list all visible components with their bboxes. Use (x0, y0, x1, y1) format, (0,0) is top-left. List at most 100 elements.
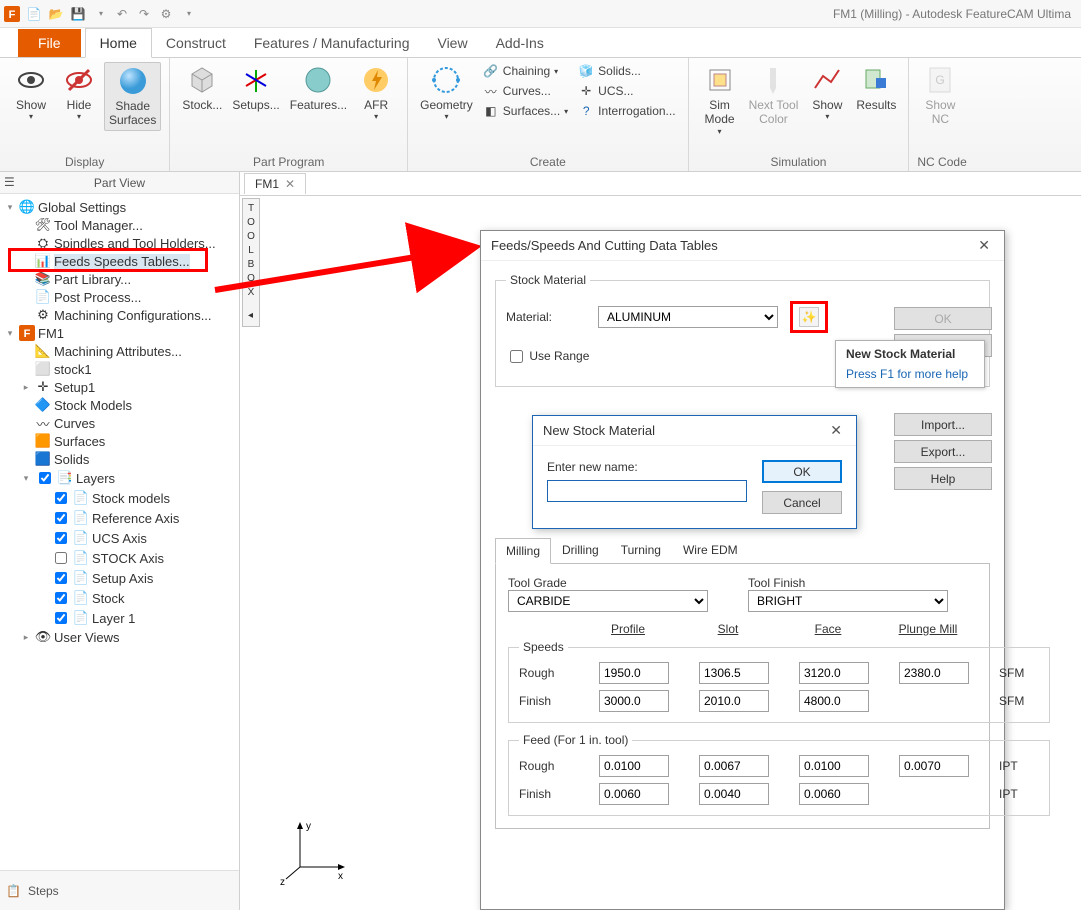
open-icon[interactable]: 📂 (48, 6, 64, 22)
tab-drilling[interactable]: Drilling (551, 537, 610, 563)
tree-post-process[interactable]: 📄Post Process... (20, 288, 239, 306)
tree-layers[interactable]: ▾📑Layers (20, 468, 239, 488)
sim-mode-button[interactable]: Sim Mode▾ (697, 62, 743, 138)
layers-checkbox[interactable] (39, 472, 51, 484)
layer-reference-axis[interactable]: 📄Reference Axis (36, 508, 239, 528)
tree-curves[interactable]: 〰Curves (20, 414, 239, 432)
feed-rough-slot[interactable] (699, 755, 769, 777)
hide-button[interactable]: Hide▾ (56, 62, 102, 124)
tree-stock1[interactable]: ⬜stock1 (20, 360, 239, 378)
tab-features-manufacturing[interactable]: Features / Manufacturing (240, 29, 424, 57)
close-icon[interactable]: ✕ (285, 177, 295, 191)
export-button[interactable]: Export... (894, 440, 992, 463)
speed-rough-profile[interactable] (599, 662, 669, 684)
layer-ucs-axis[interactable]: 📄UCS Axis (36, 528, 239, 548)
tree-stock-models[interactable]: 🔷Stock Models (20, 396, 239, 414)
shade-surfaces-button[interactable]: Shade Surfaces (104, 62, 161, 131)
speed-finish-slot[interactable] (699, 690, 769, 712)
tree-mach-config[interactable]: ⚙Machining Configurations... (20, 306, 239, 324)
tree-mach-attr[interactable]: 📐Machining Attributes... (20, 342, 239, 360)
import-button[interactable]: Import... (894, 413, 992, 436)
ucs-button[interactable]: ✛UCS... (574, 82, 679, 100)
tool-finish-select[interactable]: BRIGHT (748, 590, 948, 612)
ok-button[interactable]: OK (894, 307, 992, 330)
features-button[interactable]: Features... (286, 62, 351, 114)
solids-button[interactable]: 🧊Solids... (574, 62, 679, 80)
undo-icon[interactable]: ↶ (114, 6, 130, 22)
layer-checkbox[interactable] (55, 592, 67, 604)
layer-layer1[interactable]: 📄Layer 1 (36, 608, 239, 628)
tree-setup1[interactable]: ▸✛Setup1 (20, 378, 239, 396)
tree-fm1[interactable]: ▾FFM1 (4, 324, 239, 342)
speed-rough-plunge[interactable] (899, 662, 969, 684)
feed-rough-profile[interactable] (599, 755, 669, 777)
feed-finish-face[interactable] (799, 783, 869, 805)
layer-stock-axis[interactable]: 📄STOCK Axis (36, 548, 239, 568)
save-icon[interactable]: 💾 (70, 6, 86, 22)
tree-user-views[interactable]: ▸👁User Views (20, 628, 239, 646)
help-button[interactable]: Help (894, 467, 992, 490)
chaining-button[interactable]: 🔗Chaining▾ (479, 62, 572, 80)
tree-solids[interactable]: 🟦Solids (20, 450, 239, 468)
tree-feeds-speeds[interactable]: 📊Feeds Speeds Tables... (20, 252, 239, 270)
feed-finish-profile[interactable] (599, 783, 669, 805)
layer-checkbox[interactable] (55, 532, 67, 544)
surfaces-button[interactable]: ◧Surfaces...▾ (479, 102, 572, 120)
feed-rough-plunge[interactable] (899, 755, 969, 777)
tab-milling[interactable]: Milling (495, 538, 551, 564)
tab-addins[interactable]: Add-Ins (482, 29, 558, 57)
speed-rough-slot[interactable] (699, 662, 769, 684)
layer-checkbox[interactable] (55, 552, 67, 564)
tree-global-settings[interactable]: ▾🌐Global Settings (4, 198, 239, 216)
tab-view[interactable]: View (423, 29, 481, 57)
tree-part-library[interactable]: 📚Part Library... (20, 270, 239, 288)
tab-home[interactable]: Home (85, 28, 152, 58)
layer-checkbox[interactable] (55, 492, 67, 504)
geometry-button[interactable]: Geometry▾ (416, 62, 477, 124)
tab-turning[interactable]: Turning (610, 537, 672, 563)
ok-button[interactable]: OK (762, 460, 842, 483)
new-material-icon[interactable]: ✨ (799, 307, 819, 327)
speed-rough-face[interactable] (799, 662, 869, 684)
layer-stock-models[interactable]: 📄Stock models (36, 488, 239, 508)
feed-rough-face[interactable] (799, 755, 869, 777)
save-dropdown-icon[interactable] (92, 6, 108, 22)
speed-finish-profile[interactable] (599, 690, 669, 712)
show-button[interactable]: Show▾ (8, 62, 54, 124)
new-icon[interactable]: 📄 (26, 6, 42, 22)
new-name-input[interactable] (547, 480, 747, 502)
stock-button[interactable]: Stock... (178, 62, 226, 114)
cancel-button[interactable]: Cancel (762, 491, 842, 514)
close-icon[interactable]: ✕ (826, 422, 846, 439)
tree-surfaces[interactable]: 🟧Surfaces (20, 432, 239, 450)
toolbox-panel[interactable]: TOOLBOX◂ (242, 198, 260, 327)
speed-finish-face[interactable] (799, 690, 869, 712)
next-tool-color-button[interactable]: Next Tool Color (745, 62, 803, 129)
tool-grade-select[interactable]: CARBIDE (508, 590, 708, 612)
tree-tool-manager[interactable]: 🛠Tool Manager... (20, 216, 239, 234)
show-nc-button[interactable]: GShow NC (917, 62, 963, 129)
setups-button[interactable]: Setups... (228, 62, 283, 114)
redo-icon[interactable]: ↷ (136, 6, 152, 22)
interrogation-button[interactable]: ?Interrogation... (574, 102, 679, 120)
feed-finish-slot[interactable] (699, 783, 769, 805)
gear-icon[interactable]: ⚙ (158, 6, 174, 22)
tree-spindles[interactable]: ⛭Spindles and Tool Holders... (20, 234, 239, 252)
sim-show-button[interactable]: Show▾ (804, 62, 850, 124)
material-select[interactable]: ALUMINUM (598, 306, 778, 328)
tab-wire-edm[interactable]: Wire EDM (672, 537, 749, 563)
steps-tab[interactable]: 📋Steps (0, 871, 239, 910)
use-range-checkbox[interactable]: Use Range (506, 349, 589, 363)
qat-more-icon[interactable] (180, 6, 196, 22)
curves-button[interactable]: 〰Curves... (479, 82, 572, 100)
tab-file[interactable]: File (18, 29, 81, 57)
layer-setup-axis[interactable]: 📄Setup Axis (36, 568, 239, 588)
layer-checkbox[interactable] (55, 512, 67, 524)
layer-checkbox[interactable] (55, 572, 67, 584)
doc-tab-fm1[interactable]: FM1✕ (244, 173, 306, 194)
layer-checkbox[interactable] (55, 612, 67, 624)
layer-stock[interactable]: 📄Stock (36, 588, 239, 608)
afr-button[interactable]: AFR▾ (353, 62, 399, 124)
tab-construct[interactable]: Construct (152, 29, 240, 57)
close-icon[interactable]: ✕ (974, 237, 994, 254)
